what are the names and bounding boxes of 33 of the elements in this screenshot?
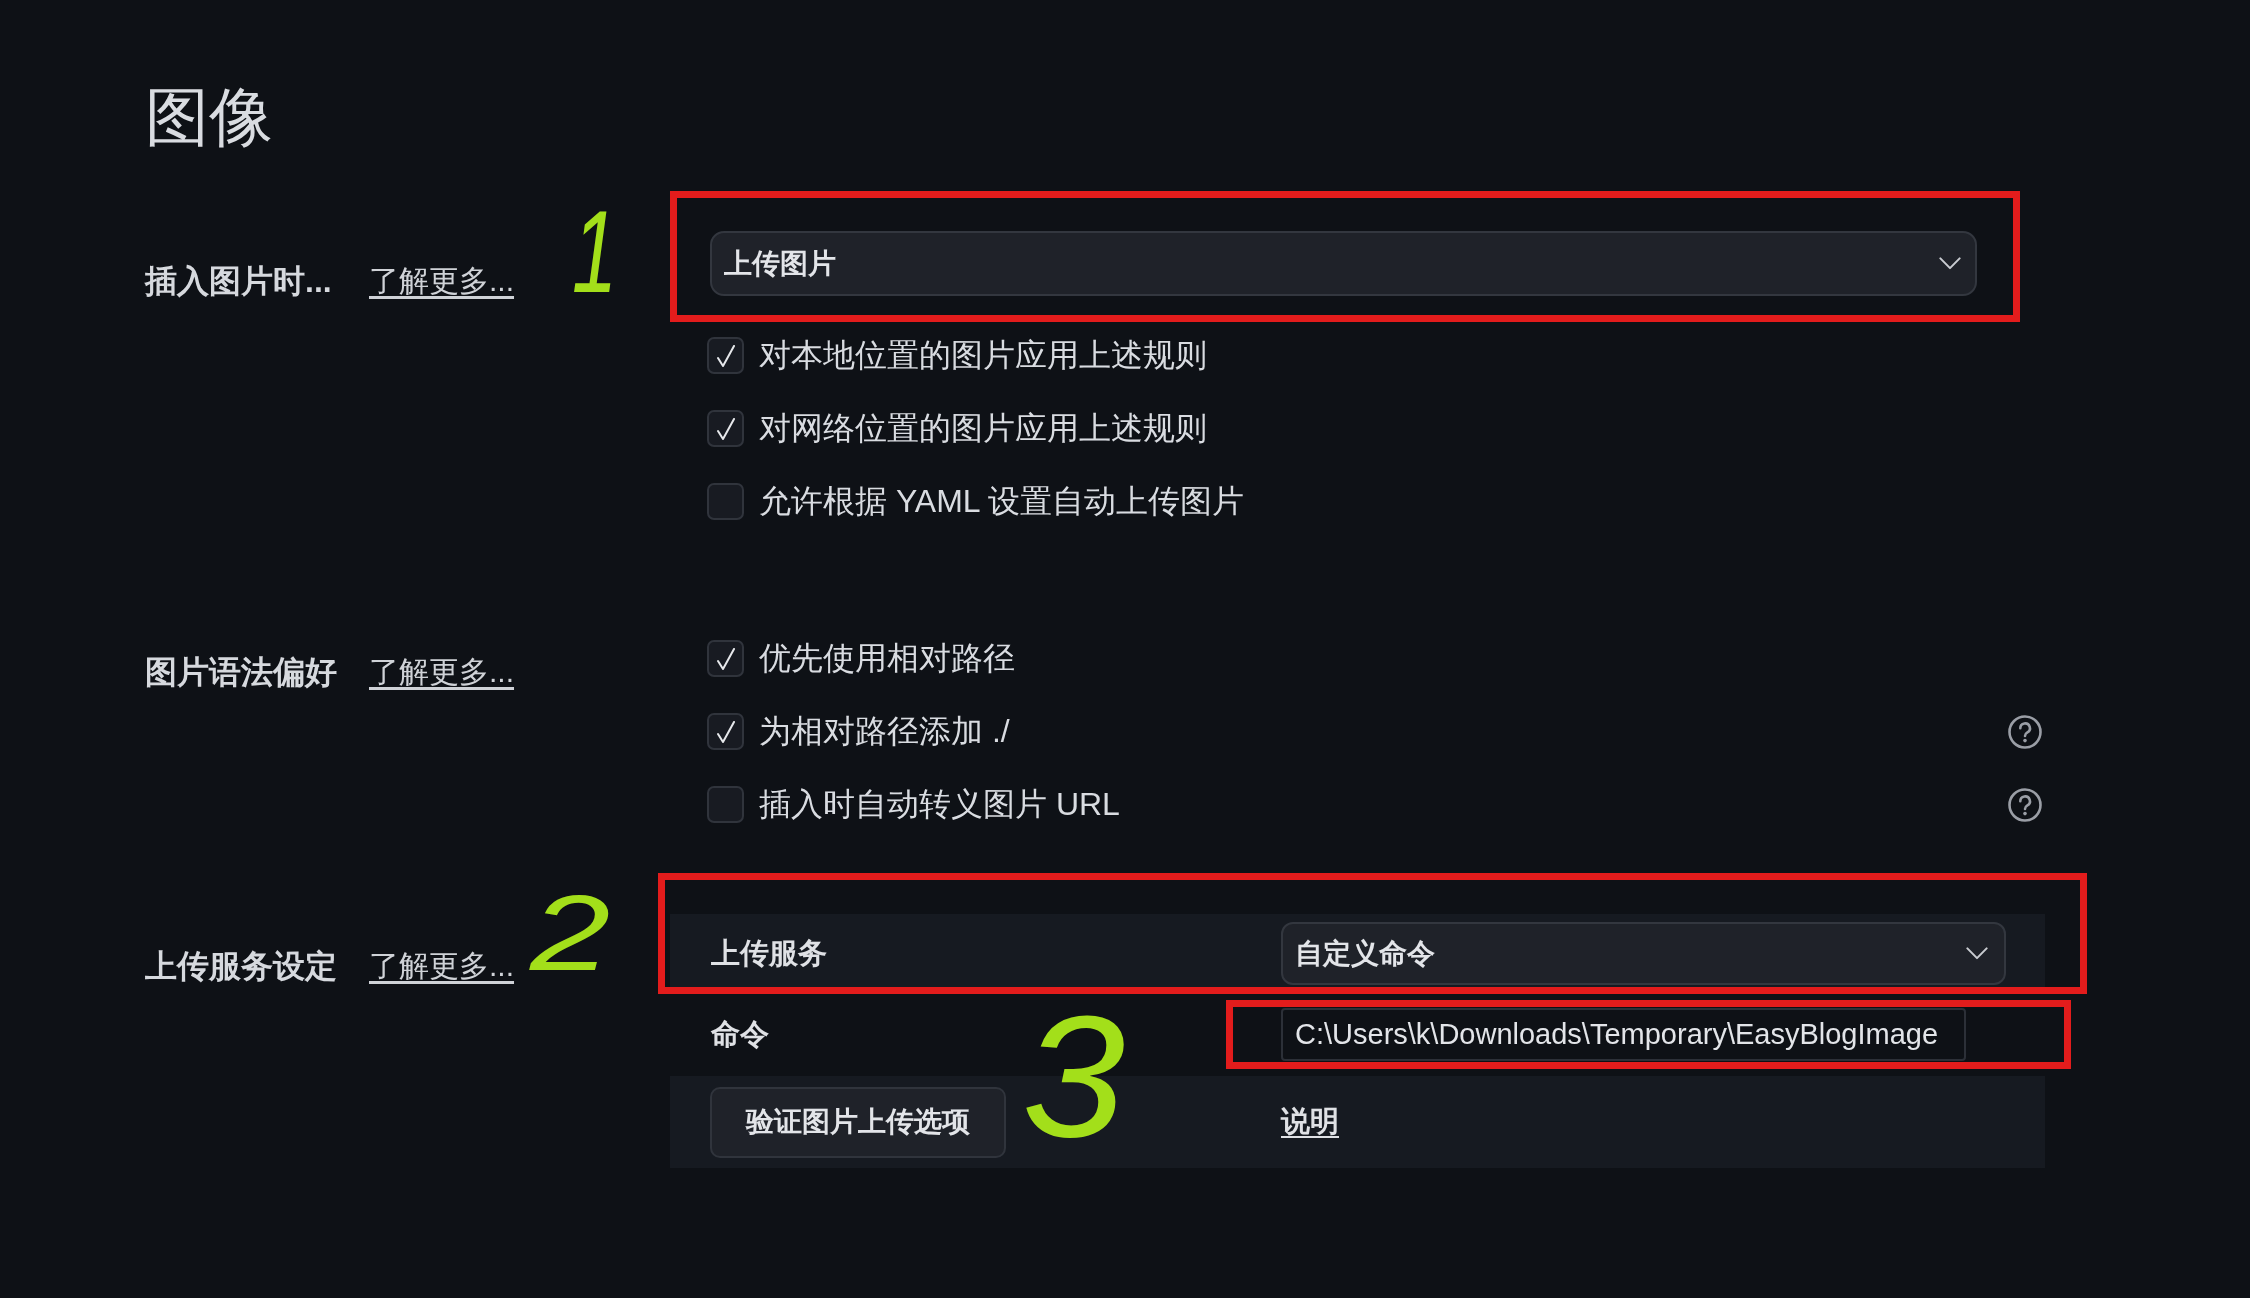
checkbox[interactable]: [707, 640, 744, 677]
checkmark-icon: [716, 720, 735, 743]
instructions-link[interactable]: 说明: [1281, 1102, 1339, 1142]
dropdown[interactable]: 自定义命令: [1281, 922, 2006, 985]
page-title: 图像: [145, 81, 273, 153]
option-label: 插入时自动转义图片 URL: [759, 784, 1120, 824]
option-label: 对本地位置的图片应用上述规则: [759, 335, 1207, 375]
chevron-down-icon: [1939, 257, 1961, 270]
option-label: 为相对路径添加 ./: [759, 711, 1010, 751]
checkbox[interactable]: [707, 410, 744, 447]
checkmark-icon: [716, 647, 735, 670]
setting-label: 命令: [711, 1017, 769, 1050]
chevron-down-icon: [1966, 947, 1988, 960]
checkmark-icon: [716, 417, 735, 440]
section-label: 图片语法偏好: [145, 654, 337, 690]
checkmark-icon: [716, 344, 735, 367]
handwritten-number: 1: [572, 194, 618, 310]
option-label: 允许根据 YAML 设置自动上传图片: [759, 481, 1245, 521]
handwritten-number: 2: [530, 880, 611, 987]
checkbox[interactable]: [707, 786, 744, 823]
validate-button[interactable]: 验证图片上传选项: [710, 1086, 1006, 1158]
option-label: 对网络位置的图片应用上述规则: [759, 408, 1207, 448]
section-label: 上传服务设定: [145, 948, 337, 984]
setting-label: 上传服务: [711, 936, 827, 969]
checkbox[interactable]: [707, 483, 744, 520]
checkbox[interactable]: [707, 337, 744, 374]
handwritten-number: 3: [1022, 990, 1126, 1162]
checkbox[interactable]: [707, 713, 744, 750]
option-label: 优先使用相对路径: [759, 638, 1015, 678]
learn-more-link[interactable]: 了解更多...: [369, 652, 514, 692]
learn-more-link[interactable]: 了解更多...: [369, 946, 514, 986]
learn-more-link[interactable]: 了解更多...: [369, 261, 514, 301]
section-label: 插入图片时...: [145, 263, 332, 299]
